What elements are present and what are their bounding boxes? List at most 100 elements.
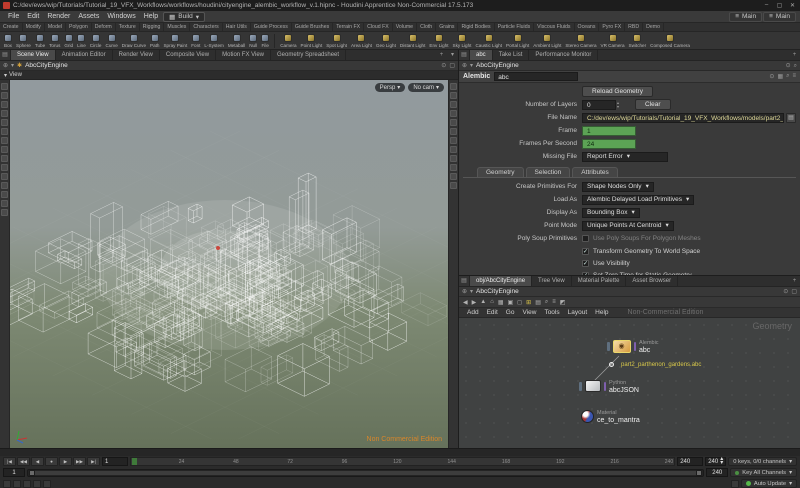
shelf-tab[interactable]: Viscous Fluids	[534, 23, 574, 31]
playback-options-icon[interactable]	[3, 480, 11, 488]
shelf-tool[interactable]: Box	[2, 34, 14, 48]
param-tab[interactable]: Take List	[493, 50, 530, 60]
minimize-button[interactable]: –	[762, 2, 771, 9]
timeline-ruler[interactable]: 24487296120144168192216240	[130, 457, 675, 466]
toolbar-main-right[interactable]: ≡ Main	[763, 12, 796, 22]
viewport-display-icon[interactable]	[450, 101, 457, 108]
shelf-tab[interactable]: Model	[45, 23, 66, 31]
playhead[interactable]	[132, 458, 137, 465]
network-tab[interactable]: obj/AbcCityEngine	[470, 276, 532, 286]
viewport-display-icon[interactable]	[450, 173, 457, 180]
bookmark-star-icon[interactable]: ✱	[17, 61, 22, 71]
transport-button[interactable]: ◀	[31, 457, 44, 466]
network-toolbar-icon[interactable]: ⌂	[490, 299, 494, 305]
network-toolbar-icon[interactable]: ▲	[480, 299, 486, 305]
network-menu-item[interactable]: Layout	[564, 309, 592, 316]
network-toolbar-icon[interactable]: ≡	[552, 299, 556, 305]
range-end-handle[interactable]	[696, 470, 702, 476]
viewport-display-icon[interactable]	[450, 155, 457, 162]
viewport-tool-icon[interactable]	[1, 110, 8, 117]
shelf-light-tool[interactable]: Area Light	[349, 34, 374, 48]
viewport-3d[interactable]: Persp ▾ No cam ▾ Non Commercial Edition	[0, 80, 458, 448]
network-toolbar-icon[interactable]: ▤	[535, 299, 541, 306]
shelf-tab[interactable]: Pyro FX	[599, 23, 625, 31]
menu-item[interactable]: Render	[43, 13, 74, 20]
viewport-tool-icon[interactable]	[1, 182, 8, 189]
viewport-display-icon[interactable]	[450, 128, 457, 135]
gear-icon[interactable]: ⌕	[794, 61, 797, 71]
network-canvas[interactable]: Geometry ◉ Alembic abc part2_p	[459, 318, 800, 448]
shelf-tool[interactable]: Torus	[47, 34, 62, 48]
path-chevron-icon[interactable]: ▾	[470, 61, 473, 71]
layers-spinner[interactable]: ▴▾	[617, 101, 619, 108]
shelf-tool[interactable]: Font	[189, 34, 202, 48]
network-menu-item[interactable]: Edit	[483, 309, 502, 316]
use-visibility-checkbox[interactable]: ✓	[582, 260, 589, 267]
path-chevron-icon[interactable]: ▾	[470, 287, 473, 297]
zero-time-checkbox[interactable]: ✓	[582, 272, 589, 276]
viewport-view-menu[interactable]: View	[9, 72, 22, 78]
network-toolbar-icon[interactable]: ⌕	[545, 299, 548, 306]
folder-tab[interactable]: Attributes	[572, 167, 617, 177]
network-editor-path[interactable]: AbcCityEngine	[476, 288, 519, 295]
shelf-tab[interactable]: Guide Brushes	[292, 23, 333, 31]
pane-tab[interactable]: Composite View	[160, 50, 216, 60]
shelf-light-tool[interactable]: Distant Light	[398, 34, 428, 48]
fps-field[interactable]: 24	[582, 139, 636, 149]
add-tab-icon[interactable]: +	[789, 50, 800, 60]
pane-tab[interactable]: Render View	[113, 50, 160, 60]
node-input-flag[interactable]	[579, 382, 582, 391]
network-path[interactable]: AbcCityEngine	[25, 62, 68, 69]
node-connector-ring[interactable]	[609, 362, 614, 367]
viewport-tool-icon[interactable]	[1, 191, 8, 198]
file-chooser-icon[interactable]: ▤	[786, 113, 796, 123]
maximize-button[interactable]: ▢	[775, 2, 784, 9]
menu-item[interactable]: Edit	[23, 13, 43, 20]
viewport-display-icon[interactable]	[450, 182, 457, 189]
transport-button[interactable]: ●	[45, 457, 58, 466]
folder-tab[interactable]: Selection	[526, 167, 571, 177]
display-as-dropdown[interactable]: Bounding Box ▾	[582, 208, 640, 218]
shelf-light-tool[interactable]: Geo Light	[374, 34, 398, 48]
shelf-light-tool[interactable]: Portal Light	[504, 34, 531, 48]
pin-icon[interactable]: ⊙	[786, 61, 791, 71]
transport-button[interactable]: ▶▶	[73, 457, 86, 466]
node-display-flag[interactable]	[634, 342, 637, 351]
shelf-light-tool[interactable]: Point Light	[299, 34, 325, 48]
network-toolbar-icon[interactable]: ◻	[517, 299, 522, 306]
viewport-tool-icon[interactable]	[1, 128, 8, 135]
end-frame-field[interactable]: 240	[677, 457, 703, 466]
transport-button[interactable]: ▶	[59, 457, 72, 466]
network-toolbar-icon[interactable]: ▦	[498, 299, 504, 306]
shelf-tab[interactable]: Volume	[393, 23, 417, 31]
shelf-tool[interactable]: L-System	[202, 34, 225, 48]
missing-file-dropdown[interactable]: Report Error ▾	[582, 152, 668, 162]
point-mode-dropdown[interactable]: Unique Points At Centroid ▾	[582, 221, 674, 231]
viewport-tool-icon[interactable]	[1, 209, 8, 216]
shelf-tab[interactable]: Polygon	[66, 23, 92, 31]
param-node-path[interactable]: AbcCityEngine	[476, 62, 519, 69]
pane-tab[interactable]: Scene View	[11, 50, 56, 60]
viewport-tool-icon[interactable]	[1, 164, 8, 171]
viewport-display-icon[interactable]	[450, 83, 457, 90]
pin-icon[interactable]: ⊙	[783, 287, 788, 297]
viewport-tool-icon[interactable]	[1, 200, 8, 207]
viewport-tool-icon[interactable]	[1, 101, 8, 108]
viewport-tool-icon[interactable]	[1, 137, 8, 144]
pane-tab[interactable]: Geometry Spreadsheet	[271, 50, 346, 60]
viewport-tool-icon[interactable]	[1, 119, 8, 126]
path-chevron-icon[interactable]: ▾	[11, 61, 14, 71]
viewport-display-icon[interactable]	[450, 92, 457, 99]
viewport-display-icon[interactable]	[450, 137, 457, 144]
projection-selector[interactable]: Persp ▾	[375, 83, 406, 92]
network-menu-item[interactable]: View	[518, 309, 540, 316]
path-plus-icon[interactable]: ⊕	[462, 287, 467, 297]
shelf-tab[interactable]: Modify	[23, 23, 45, 31]
node-display-flag[interactable]	[604, 382, 607, 391]
frame-field[interactable]: 1	[582, 126, 636, 136]
reload-geometry-button[interactable]: Reload Geometry	[582, 86, 653, 97]
menu-item[interactable]: File	[4, 13, 23, 20]
pane-tab[interactable]: Animation Editor	[56, 50, 113, 60]
network-tab[interactable]: Tree View	[532, 276, 572, 286]
transport-button[interactable]: ▶|	[87, 457, 100, 466]
